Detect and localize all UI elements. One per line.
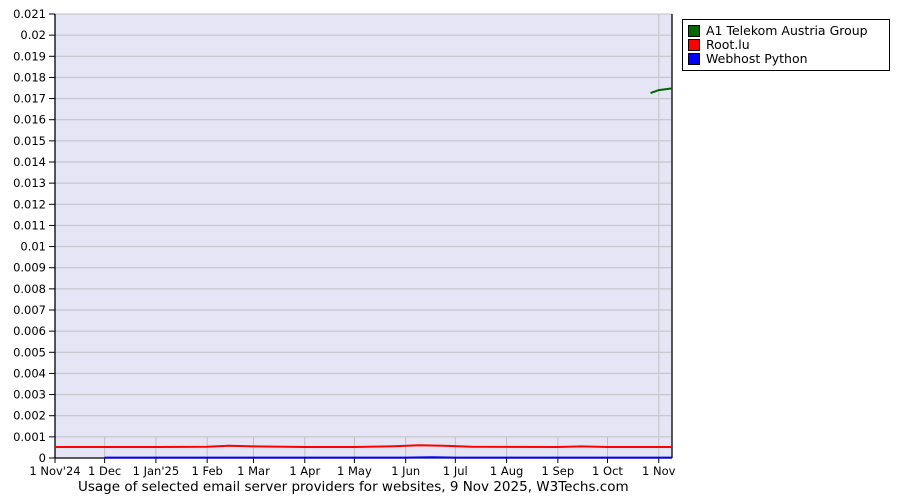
- y-tick-label: 0.002: [13, 409, 46, 423]
- x-tick-label: 1 Jun: [391, 464, 420, 478]
- y-tick-label: 0.009: [13, 261, 46, 275]
- legend-swatch-webhost-python-icon: [688, 52, 700, 65]
- y-tick-label: 0.018: [13, 70, 46, 84]
- legend-swatch-a1-telekom-icon: [688, 24, 700, 37]
- legend: A1 Telekom Austria Group Root.lu Webhost…: [682, 19, 890, 71]
- y-tick-label: 0: [39, 451, 46, 465]
- chart-title: Usage of selected email server providers…: [78, 479, 629, 495]
- y-tick-label: 0.011: [13, 218, 46, 232]
- x-tick-label: 1 Feb: [192, 464, 223, 478]
- legend-label-root-lu: Root.lu: [706, 37, 750, 52]
- x-tick-label: 1 Jan'25: [133, 464, 180, 478]
- x-tick-label: 1 Jul: [443, 464, 468, 478]
- x-tick-label: 1 Sep: [542, 464, 575, 478]
- legend-label-webhost-python: Webhost Python: [706, 51, 808, 66]
- x-tick-label: 1 Aug: [490, 464, 523, 478]
- y-tick-label: 0.016: [13, 113, 46, 127]
- legend-item-root-lu: Root.lu: [688, 38, 884, 51]
- x-tick-label: 1 Apr: [289, 464, 320, 478]
- y-tick-label: 0.02: [20, 28, 46, 42]
- x-tick-label: 1 Nov'24: [29, 464, 80, 478]
- y-tick-label: 0.015: [13, 134, 46, 148]
- x-tick-label: 1 Mar: [237, 464, 270, 478]
- y-tick-label: 0.006: [13, 324, 46, 338]
- y-tick-label: 0.008: [13, 282, 46, 296]
- y-tick-label: 0.021: [13, 7, 46, 21]
- y-tick-label: 0.019: [13, 49, 46, 63]
- legend-swatch-root-lu-icon: [688, 38, 700, 51]
- x-tick-label: 1 Oct: [592, 464, 623, 478]
- legend-item-webhost-python: Webhost Python: [688, 52, 884, 65]
- y-tick-label: 0.014: [13, 155, 46, 169]
- w3techs-usage-chart: 0 0.001 0.002 0.003 0.004 0.005 0.006 0.007 0.00…: [0, 0, 900, 500]
- y-tick-label: 0.007: [13, 303, 46, 317]
- legend-label-a1-telekom: A1 Telekom Austria Group: [706, 23, 868, 38]
- x-tick-label: 1 Nov: [642, 464, 676, 478]
- plot-area: [55, 14, 672, 458]
- y-tick-label: 0.001: [13, 430, 46, 444]
- y-tick-label: 0.017: [13, 92, 46, 106]
- x-tick-label: 1 May: [337, 464, 372, 478]
- legend-item-a1-telekom: A1 Telekom Austria Group: [688, 24, 884, 37]
- chart-canvas: 0 0.001 0.002 0.003 0.004 0.005 0.006 0.007 0.00…: [13, 7, 676, 478]
- x-tick-label: 1 Dec: [88, 464, 121, 478]
- y-tick-label: 0.013: [13, 176, 46, 190]
- y-tick-label: 0.003: [13, 388, 46, 402]
- y-tick-label: 0.005: [13, 345, 46, 359]
- y-tick-label: 0.012: [13, 197, 46, 211]
- y-tick-label: 0.004: [13, 366, 46, 380]
- y-tick-label: 0.01: [20, 240, 46, 254]
